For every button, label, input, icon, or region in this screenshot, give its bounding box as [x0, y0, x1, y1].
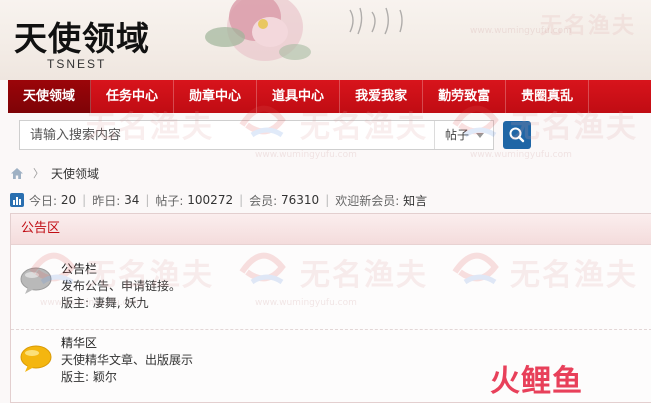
- stat-newest-member[interactable]: 知言: [403, 192, 427, 209]
- stat-yesterday-label: 昨日:: [92, 193, 121, 208]
- nav-item-wealth[interactable]: 勤劳致富: [423, 80, 507, 113]
- stat-yesterday-value: 34: [124, 193, 140, 207]
- search-icon: [509, 127, 525, 143]
- chevron-right-icon: 〉: [33, 167, 44, 180]
- header-banner: 天使领域 TSNEST: [0, 0, 651, 80]
- site-logo-text[interactable]: 天使领域: [14, 12, 150, 60]
- search-box: 帖子: [19, 120, 494, 150]
- breadcrumb: 〉 天使领域: [10, 164, 99, 182]
- forum-title[interactable]: 精华区: [61, 334, 97, 351]
- forum-description: 发布公告、申请链接。: [61, 279, 182, 293]
- forum-moderators: 版主: 凄舞, 妖九: [61, 294, 149, 311]
- main-nav: 天使领域 任务中心 勋章中心 道具中心 我爱我家 勤劳致富 贵圈真乱: [8, 80, 651, 113]
- stat-posts-label: 帖子:: [155, 193, 184, 208]
- search-button[interactable]: [503, 121, 531, 149]
- stat-members-label: 会员:: [249, 193, 278, 208]
- calligraphy-decoration-icon: [349, 7, 403, 35]
- stat-divider: |: [325, 193, 330, 207]
- brand-logo-text: 火鲤鱼: [490, 364, 583, 399]
- speech-bubble-gray-icon: [20, 267, 52, 294]
- moderator-links[interactable]: 颖尔: [93, 370, 117, 384]
- bar-chart-icon: [10, 193, 24, 207]
- search-input[interactable]: [20, 121, 454, 149]
- forum-title[interactable]: 公告栏: [61, 260, 97, 277]
- forum-stats: 今日: 20 | 昨日: 34 | 帖子: 100272 | 会员: 76310…: [10, 191, 427, 209]
- nav-item-medals[interactable]: 勋章中心: [174, 80, 258, 113]
- site-logo-subtitle: TSNEST: [47, 57, 107, 71]
- search-type-label: 帖子: [445, 128, 470, 142]
- forum-moderators: 版主: 颖尔: [61, 368, 117, 385]
- peony-decoration-icon: [205, 0, 311, 61]
- speech-bubble-yellow-icon: [20, 345, 52, 372]
- chevron-down-icon: [476, 133, 484, 138]
- moderator-label: 版主:: [61, 370, 90, 384]
- moderator-label: 版主:: [61, 296, 90, 310]
- forum-description: 天使精华文章、出版展示: [61, 353, 194, 367]
- section-title[interactable]: 公告区: [11, 214, 651, 245]
- watermark-url: www.wumingyufu.com: [255, 150, 357, 160]
- stat-divider: |: [239, 193, 244, 207]
- stat-members-value: 76310: [281, 193, 320, 207]
- nav-item-items[interactable]: 道具中心: [257, 80, 341, 113]
- nav-item-home[interactable]: 我爱我家: [340, 80, 424, 113]
- breadcrumb-current[interactable]: 天使领域: [51, 165, 99, 182]
- moderator-links[interactable]: 凄舞, 妖九: [93, 296, 149, 310]
- stat-divider: |: [82, 193, 87, 207]
- stat-divider: |: [145, 193, 150, 207]
- stat-today-value: 20: [60, 193, 77, 207]
- stat-newest-label: 欢迎新会员:: [335, 193, 400, 208]
- search-type-select[interactable]: 帖子: [434, 121, 493, 149]
- watermark-url: www.wumingyufu.com: [470, 150, 572, 160]
- corner-brand: 火鲤鱼: [490, 360, 583, 399]
- stat-today-label: 今日:: [29, 193, 58, 208]
- forum-row: 公告栏 发布公告、申请链接。 版主: 凄舞, 妖九: [11, 256, 651, 316]
- nav-item-tianshi[interactable]: 天使领域: [8, 80, 92, 113]
- nav-item-gossip[interactable]: 贵圈真乱: [506, 80, 590, 113]
- nav-item-tasks[interactable]: 任务中心: [91, 80, 175, 113]
- stat-posts-value: 100272: [187, 193, 234, 207]
- home-icon[interactable]: [10, 167, 24, 180]
